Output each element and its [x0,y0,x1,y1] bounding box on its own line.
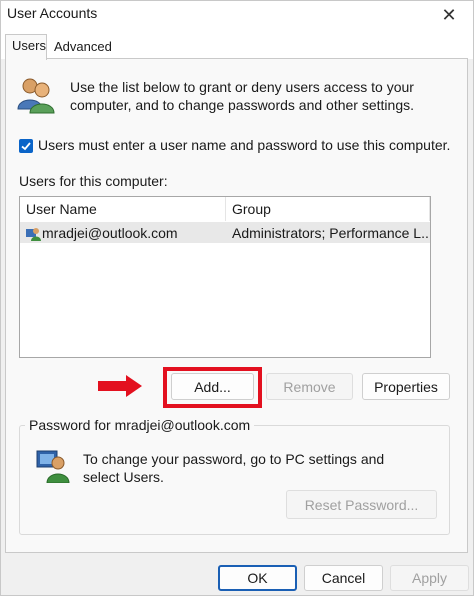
remove-user-button[interactable]: Remove [266,373,353,400]
table-row[interactable]: mradjei@outlook.com Administrators; Perf… [20,222,430,243]
column-divider[interactable] [429,197,430,221]
ok-button[interactable]: OK [218,565,297,591]
reset-password-button[interactable]: Reset Password... [286,490,437,519]
checkmark-icon [21,142,31,151]
red-arrow-icon [98,375,142,397]
require-login-label[interactable]: Users must enter a user name and passwor… [38,137,450,153]
cell-user-name: mradjei@outlook.com [42,225,178,241]
window-title: User Accounts [7,5,98,21]
user-accounts-window: User Accounts ✕ Users Advanced Use the l… [0,0,474,596]
users-listview[interactable]: User Name Group mradjei@outlook.com Admi… [19,196,431,358]
column-header-group[interactable]: Group [232,201,271,217]
tab-users[interactable]: Users [5,34,47,60]
listview-header: User Name Group [20,197,430,221]
tab-advanced[interactable]: Advanced [48,36,118,59]
cancel-button[interactable]: Cancel [304,565,383,591]
column-divider[interactable] [225,197,226,221]
add-user-button[interactable]: Add... [171,373,254,400]
apply-button[interactable]: Apply [390,565,469,591]
tab-strip: Users Advanced [1,31,473,60]
properties-button[interactable]: Properties [362,373,450,400]
users-group-icon [17,78,55,114]
title-bar: User Accounts ✕ [1,1,473,31]
user-account-icon [26,228,41,241]
users-list-caption: Users for this computer: [19,173,168,189]
close-button[interactable]: ✕ [435,2,463,28]
password-instructions: To change your password, go to PC settin… [83,451,385,485]
require-login-checkbox[interactable] [19,139,33,153]
password-group-title: Password for mradjei@outlook.com [25,417,255,433]
password-user-icon [36,450,70,483]
intro-text: Use the list below to grant or deny user… [70,79,414,113]
close-icon: ✕ [441,4,457,25]
column-header-user-name[interactable]: User Name [26,201,97,217]
cell-group: Administrators; Performance L... [232,225,428,241]
